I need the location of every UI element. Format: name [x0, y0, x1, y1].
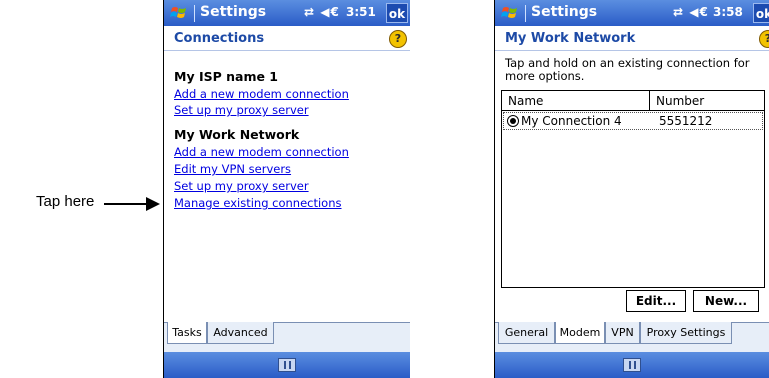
new-button[interactable]: New... [693, 290, 759, 312]
start-menu-icon[interactable] [170, 4, 188, 22]
page-title: Connections [174, 31, 265, 46]
page-title: My Work Network [505, 31, 636, 46]
tab-vpn[interactable]: VPN [605, 322, 640, 344]
connection-number: 5551212 [659, 114, 713, 128]
connections-list[interactable]: Name Number My Connection 4 5551212 [501, 90, 765, 288]
connectivity-volume-icon[interactable]: ⇄ ◀€ [673, 5, 709, 19]
ok-button[interactable]: ok [753, 3, 769, 23]
title-separator [525, 5, 526, 22]
keyboard-icon[interactable] [278, 358, 296, 372]
menu-bar [164, 352, 410, 378]
tab-advanced[interactable]: Advanced [207, 322, 274, 344]
column-header-name[interactable]: Name [502, 91, 650, 111]
help-icon[interactable]: ? [389, 30, 407, 48]
link-edit-vpn[interactable]: Edit my VPN servers [174, 162, 291, 176]
title-bar: Settings ⇄ ◀€ 3:51 ok [164, 0, 410, 26]
instruction-text: Tap and hold on an existing connection f… [505, 56, 750, 83]
connection-name: My Connection 4 [521, 114, 622, 128]
group-title-isp: My ISP name 1 [174, 69, 278, 84]
radio-selected-icon[interactable] [507, 115, 519, 127]
link-manage-connections[interactable]: Manage existing connections [174, 196, 342, 210]
callout-arrow-icon [146, 197, 160, 211]
link-proxy-work[interactable]: Set up my proxy server [174, 179, 309, 193]
title-bar: Settings ⇄ ◀€ 3:58 ok [495, 0, 769, 26]
tab-modem[interactable]: Modem [555, 322, 605, 344]
callout-label: Tap here [36, 193, 95, 210]
clock-time[interactable]: 3:51 [346, 5, 376, 19]
keyboard-icon[interactable] [623, 358, 641, 372]
edit-button[interactable]: Edit... [626, 290, 686, 312]
start-menu-icon[interactable] [501, 4, 519, 22]
tab-bar: Tasks Advanced [164, 322, 410, 353]
window-title: Settings [531, 4, 598, 20]
clock-time[interactable]: 3:58 [713, 5, 743, 19]
connectivity-volume-icon[interactable]: ⇄ ◀€ [304, 5, 340, 19]
link-add-modem-work[interactable]: Add a new modem connection [174, 145, 349, 159]
link-add-modem-isp[interactable]: Add a new modem connection [174, 87, 349, 101]
tab-general[interactable]: General [498, 322, 555, 344]
callout-arrow-line [104, 203, 148, 205]
group-title-work: My Work Network [174, 127, 300, 142]
list-item[interactable]: My Connection 4 5551212 [503, 112, 763, 130]
title-separator [194, 5, 195, 22]
help-icon[interactable]: ? [759, 30, 769, 48]
tab-bar: General Modem VPN Proxy Settings [495, 322, 769, 353]
ok-button[interactable]: ok [386, 3, 408, 23]
window-title: Settings [200, 4, 267, 20]
column-header-number[interactable]: Number [650, 91, 764, 111]
menu-bar [495, 352, 769, 378]
tab-proxy-settings[interactable]: Proxy Settings [640, 322, 732, 344]
page-header: Connections ? [164, 26, 410, 51]
page-header: My Work Network ? [495, 26, 769, 51]
tab-tasks[interactable]: Tasks [167, 322, 207, 344]
link-proxy-isp[interactable]: Set up my proxy server [174, 103, 309, 117]
work-network-screen: Settings ⇄ ◀€ 3:58 ok My Work Network ? … [494, 0, 769, 378]
connections-screen: Settings ⇄ ◀€ 3:51 ok Connections ? My I… [163, 0, 410, 378]
